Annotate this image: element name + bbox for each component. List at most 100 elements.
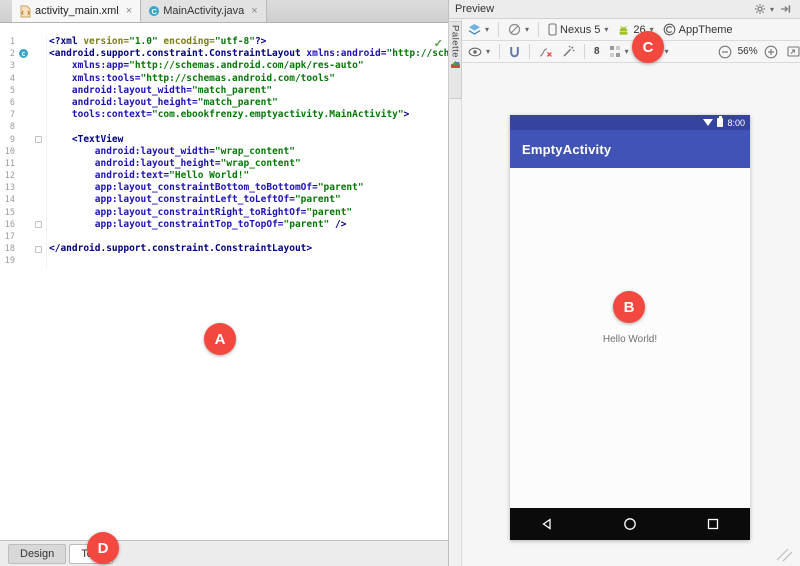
annotation-b: B [613,291,645,323]
code-line[interactable]: 4 xmlns:tools="http://schemas.android.co… [0,73,448,85]
code-line[interactable]: 15 app:layout_constraintRight_toRightOf=… [0,207,448,219]
infer-constraints-button[interactable] [559,44,578,59]
theme-name: AppTheme [679,24,733,36]
code-line[interactable]: 3 xmlns:app="http://schemas.android.com/… [0,60,448,72]
code-text: xmlns:app="http://schemas.android.com/ap… [49,60,448,72]
line-number: 9 [0,134,15,146]
code-line[interactable]: 18 </android.support.constraint.Constrain… [0,243,448,255]
device-selector[interactable]: Nexus 5 ▾ [545,22,611,37]
gutter [15,73,47,85]
clear-constraints-button[interactable] [536,45,556,59]
hide-panel-icon[interactable] [777,3,794,15]
palette-tab[interactable]: Palette [448,21,462,99]
class-gutter-icon[interactable]: c [19,49,28,58]
code-line[interactable]: 10 android:layout_width="wrap_content" [0,146,448,158]
device-navbar [510,508,750,540]
gutter [15,194,47,206]
editor-pane: activity_main.xml × C MainActivity.java … [0,0,448,566]
design-surface-button[interactable]: ▾ [465,22,492,37]
tab-mainactivity-java[interactable]: C MainActivity.java × [141,0,267,22]
chevron-down-icon: ▾ [525,25,529,34]
layers-icon [468,23,481,36]
line-number: 17 [0,231,15,243]
theme-selector[interactable]: AppTheme [660,22,736,37]
line-number: 15 [0,207,15,219]
chevron-down-icon: ▾ [625,47,629,56]
zoom-in-button[interactable] [761,44,781,60]
code-text: <android.support.constraint.ConstraintLa… [49,48,448,60]
tab-label: MainActivity.java [163,5,244,17]
preview-title: Preview [455,3,494,15]
fold-marker-icon[interactable] [35,136,42,143]
code-text [49,121,448,133]
fold-marker-icon[interactable] [35,221,42,228]
palette-label: Palette [450,25,461,58]
tool-strip: Palette [449,19,462,566]
default-margin-button[interactable]: 8 [591,45,603,58]
view-options-button[interactable]: ▾ [465,46,493,58]
device-statusbar: 8:00 [510,115,750,130]
code-line[interactable]: 7 tools:context="com.ebookfrenzy.emptyac… [0,109,448,121]
line-number: 10 [0,146,15,158]
code-line[interactable]: 8 [0,121,448,133]
fold-marker-icon[interactable] [35,246,42,253]
autoconnect-button[interactable] [506,45,523,59]
back-icon [540,517,554,531]
tab-design[interactable]: Design [8,544,66,564]
android-icon [617,24,630,36]
gutter [15,219,47,231]
inspection-ok-icon[interactable]: ✓ [434,37,443,50]
code-line[interactable]: 1<?xml version="1.0" encoding="utf-8"?> [0,36,448,48]
tab-activity-main-xml[interactable]: activity_main.xml × [12,0,141,22]
gutter [15,85,47,97]
home-icon [623,517,637,531]
code-line[interactable]: 16 app:layout_constraintTop_toTopOf="par… [0,219,448,231]
pack-button[interactable]: ▾ [606,44,632,59]
gear-icon[interactable]: ▾ [751,2,777,16]
zoom-fit-button[interactable] [784,45,800,58]
code-line[interactable]: 2c<android.support.constraint.Constraint… [0,48,448,60]
orientation-button[interactable]: ▾ [505,22,532,37]
code-text [49,255,448,267]
line-number: 7 [0,109,15,121]
code-area: 1<?xml version="1.0" encoding="utf-8"?>2… [0,36,448,268]
code-text: </android.support.constraint.ConstraintL… [49,243,448,255]
class-icon: C [149,6,159,16]
gutter [15,36,47,48]
code-editor[interactable]: 1<?xml version="1.0" encoding="utf-8"?>2… [0,23,448,540]
code-line[interactable]: 19 [0,255,448,267]
gutter [15,182,47,194]
close-icon[interactable]: × [126,5,132,17]
chevron-down-icon: ▾ [604,25,608,34]
device-preview[interactable]: 8:00 EmptyActivity Hello World! [510,115,750,540]
code-text: xmlns:tools="http://schemas.android.com/… [49,73,448,85]
line-number: 18 [0,243,15,255]
code-line[interactable]: 13 app:layout_constraintBottom_toBottomO… [0,182,448,194]
gutter [15,146,47,158]
line-number: 1 [0,36,15,48]
code-line[interactable]: 5 android:layout_width="match_parent" [0,85,448,97]
chevron-down-icon: ▾ [770,5,774,14]
preview-action-toolbar: ▾ [462,41,800,63]
annotation-c: C [632,31,664,63]
eye-icon [468,47,482,57]
code-line[interactable]: 14 app:layout_constraintLeft_toLeftOf="p… [0,194,448,206]
code-text: app:layout_constraintBottom_toBottomOf="… [49,182,448,194]
line-number: 5 [0,85,15,97]
zoom-out-button[interactable] [715,44,735,60]
code-line[interactable]: 9 <TextView [0,134,448,146]
line-number: 13 [0,182,15,194]
phone-icon [548,23,557,36]
gutter [15,158,47,170]
code-line[interactable]: 11 android:layout_height="wrap_content" [0,158,448,170]
code-line[interactable]: 17 [0,231,448,243]
code-line[interactable]: 6 android:layout_height="match_parent" [0,97,448,109]
device-appbar: EmptyActivity [510,130,750,168]
line-number: 14 [0,194,15,206]
code-text: app:layout_constraintLeft_toLeftOf="pare… [49,194,448,206]
hello-world-text[interactable]: Hello World! [510,334,750,345]
line-number: 12 [0,170,15,182]
resize-handle[interactable] [774,546,794,562]
close-icon[interactable]: × [251,5,257,17]
code-line[interactable]: 12 android:text="Hello World!" [0,170,448,182]
